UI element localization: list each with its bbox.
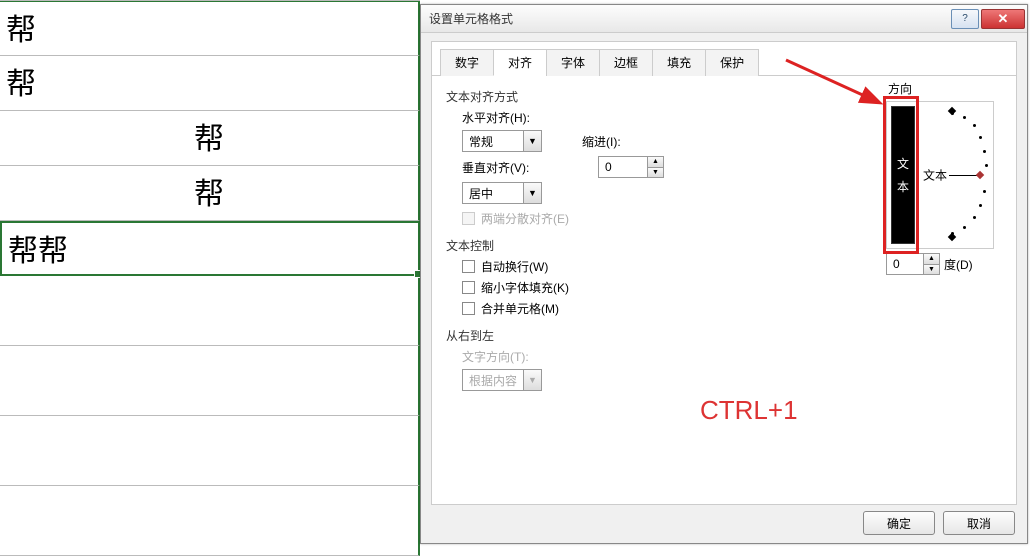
- chevron-down-icon[interactable]: ▼: [523, 183, 541, 203]
- orientation-vertical-char2: 本: [897, 178, 909, 195]
- tab-font[interactable]: 字体: [546, 49, 600, 76]
- justify-checkbox: [462, 212, 475, 225]
- indent-label: 缩进(I):: [582, 133, 621, 150]
- tab-alignment[interactable]: 对齐: [493, 49, 547, 76]
- cell-a8[interactable]: [0, 416, 420, 486]
- cell-a5-selected[interactable]: 帮帮: [0, 221, 420, 276]
- cell-a3[interactable]: 帮: [0, 111, 420, 166]
- wrap-label: 自动换行(W): [481, 258, 548, 275]
- cell-a2[interactable]: 帮: [0, 56, 420, 111]
- merge-label: 合并单元格(M): [481, 300, 559, 317]
- shrink-checkbox[interactable]: [462, 281, 475, 294]
- indent-down-icon[interactable]: ▼: [648, 168, 663, 178]
- indent-up-icon[interactable]: ▲: [648, 157, 663, 168]
- orientation-dial-pointer: [976, 171, 984, 179]
- orientation-dial-line: [949, 175, 979, 176]
- degrees-spinner[interactable]: 0 ▲ ▼: [886, 253, 940, 275]
- orientation-label: 方向: [886, 80, 1006, 97]
- wrap-checkbox[interactable]: [462, 260, 475, 273]
- cell-a7[interactable]: [0, 346, 420, 416]
- help-button[interactable]: ?: [951, 9, 979, 29]
- alignment-panel: 文本对齐方式 水平对齐(H): 常规 ▼ 缩进(I): 垂直对齐(: [432, 76, 1016, 508]
- orientation-box: 文 本 文本: [886, 101, 994, 249]
- v-align-combo[interactable]: 居中 ▼: [462, 182, 542, 204]
- ok-button[interactable]: 确定: [863, 511, 935, 535]
- orientation-vertical-button[interactable]: 文 本: [891, 106, 915, 244]
- h-align-combo[interactable]: 常规 ▼: [462, 130, 542, 152]
- merge-checkbox[interactable]: [462, 302, 475, 315]
- orientation-vertical-char1: 文: [897, 155, 909, 172]
- shrink-label: 缩小字体填充(K): [481, 279, 569, 296]
- v-align-value: 居中: [463, 185, 523, 202]
- orientation-top-diamond: [948, 107, 956, 115]
- v-align-label: 垂直对齐(V):: [462, 159, 542, 176]
- spreadsheet-grid: 帮 帮 帮 帮 帮帮: [0, 0, 420, 545]
- dir-combo: 根据内容 ▼: [462, 369, 542, 391]
- chevron-down-icon: ▼: [523, 370, 541, 390]
- h-align-label: 水平对齐(H):: [462, 109, 542, 126]
- tab-fill[interactable]: 填充: [652, 49, 706, 76]
- orientation-panel: 方向 文 本 文本: [886, 80, 1006, 275]
- cell-a9[interactable]: [0, 486, 420, 556]
- indent-spinner[interactable]: 0 ▲ ▼: [598, 156, 664, 178]
- dialog-body: 数字 对齐 字体 边框 填充 保护 文本对齐方式 水平对齐(H): 常规 ▼: [431, 41, 1017, 505]
- dir-label: 文字方向(T):: [462, 348, 1002, 365]
- orientation-bottom-diamond: [948, 233, 956, 241]
- cell-a1[interactable]: 帮: [0, 1, 420, 56]
- cell-a6[interactable]: [0, 276, 420, 346]
- shortcut-annotation: CTRL+1: [700, 395, 798, 426]
- degrees-up-icon[interactable]: ▲: [924, 254, 939, 265]
- dir-value: 根据内容: [463, 372, 523, 389]
- degrees-label: 度(D): [944, 256, 973, 273]
- close-button[interactable]: ✕: [981, 9, 1025, 29]
- cancel-button[interactable]: 取消: [943, 511, 1015, 535]
- tab-number[interactable]: 数字: [440, 49, 494, 76]
- orientation-dial-text: 文本: [923, 167, 947, 184]
- orientation-dial[interactable]: 文本: [919, 106, 989, 244]
- chevron-down-icon[interactable]: ▼: [523, 131, 541, 151]
- format-cells-dialog: 设置单元格格式 ? ✕ 数字 对齐 字体 边框 填充 保护 文本对齐方式 水平对…: [420, 4, 1028, 544]
- justify-label: 两端分散对齐(E): [481, 210, 569, 227]
- tab-protection[interactable]: 保护: [705, 49, 759, 76]
- degrees-down-icon[interactable]: ▼: [924, 265, 939, 275]
- dialog-title: 设置单元格格式: [429, 10, 951, 27]
- rtl-group-label: 从右到左: [446, 327, 1002, 344]
- degrees-value: 0: [887, 254, 923, 274]
- tab-strip: 数字 对齐 字体 边框 填充 保护: [432, 42, 1016, 76]
- tab-border[interactable]: 边框: [599, 49, 653, 76]
- dialog-footer: 确定 取消: [863, 511, 1015, 535]
- h-align-value: 常规: [463, 133, 523, 150]
- cell-a4[interactable]: 帮: [0, 166, 420, 221]
- indent-value: 0: [599, 157, 647, 177]
- dialog-titlebar: 设置单元格格式 ? ✕: [421, 5, 1027, 33]
